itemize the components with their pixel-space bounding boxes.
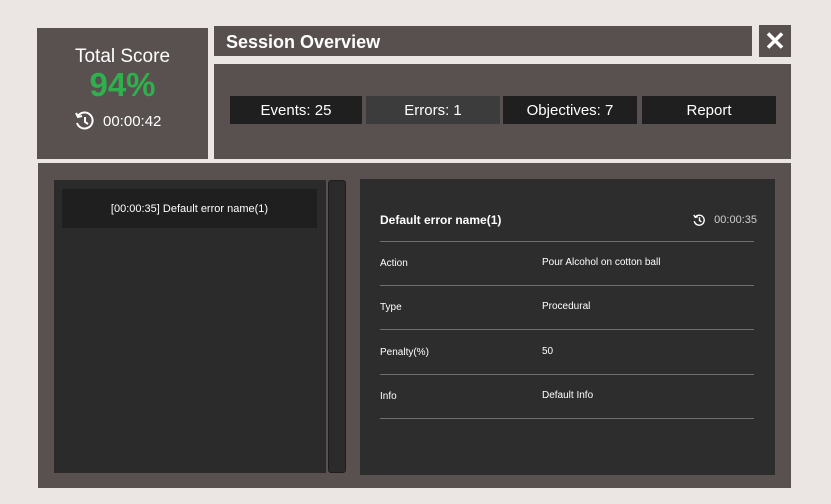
report-button[interactable]: Report (642, 96, 776, 124)
penalty-value: 50 (542, 346, 554, 357)
close-icon: ✕ (764, 25, 786, 56)
events-tab[interactable]: Events: 25 (230, 96, 362, 124)
errors-tab[interactable]: Errors: 1 (366, 96, 500, 124)
session-time: 00:00:42 (73, 110, 161, 132)
stats-bar: Events: 25 Errors: 1 Objectives: 7 Repor… (214, 64, 791, 159)
detail-time: 00:00:35 (692, 213, 757, 227)
divider (380, 241, 754, 242)
action-value: Pour Alcohol on cotton ball (542, 257, 661, 268)
page-title: Session Overview (226, 32, 381, 52)
action-label: Action (380, 258, 408, 269)
header-bar: Session Overview (214, 26, 752, 56)
objectives-tab[interactable]: Objectives: 7 (503, 96, 637, 124)
scrollbar[interactable] (328, 180, 346, 473)
divider (380, 374, 754, 375)
penalty-label: Penalty(%) (380, 347, 429, 358)
type-value: Procedural (542, 301, 591, 312)
detail-panel: Default error name(1) 00:00:35 Action Po… (360, 179, 775, 475)
divider (380, 329, 754, 330)
close-button[interactable]: ✕ (759, 25, 791, 57)
type-label: Type (380, 302, 402, 313)
score-panel: Total Score 94% 00:00:42 (37, 28, 208, 159)
clock-history-icon (693, 214, 706, 226)
clock-history-icon (75, 111, 94, 130)
event-list: [00:00:35] Default error name(1) (54, 180, 326, 473)
session-time-value: 00:00:42 (103, 112, 162, 130)
total-score-value: 94% (89, 66, 156, 103)
divider (380, 418, 754, 419)
total-score-label: Total Score (74, 46, 171, 67)
divider (380, 285, 754, 286)
info-label: Info (380, 391, 397, 402)
detail-title: Default error name(1) (380, 213, 502, 227)
info-value: Default Info (542, 390, 594, 401)
list-item[interactable]: [00:00:35] Default error name(1) (62, 189, 317, 228)
detail-time-value: 00:00:35 (714, 214, 757, 226)
